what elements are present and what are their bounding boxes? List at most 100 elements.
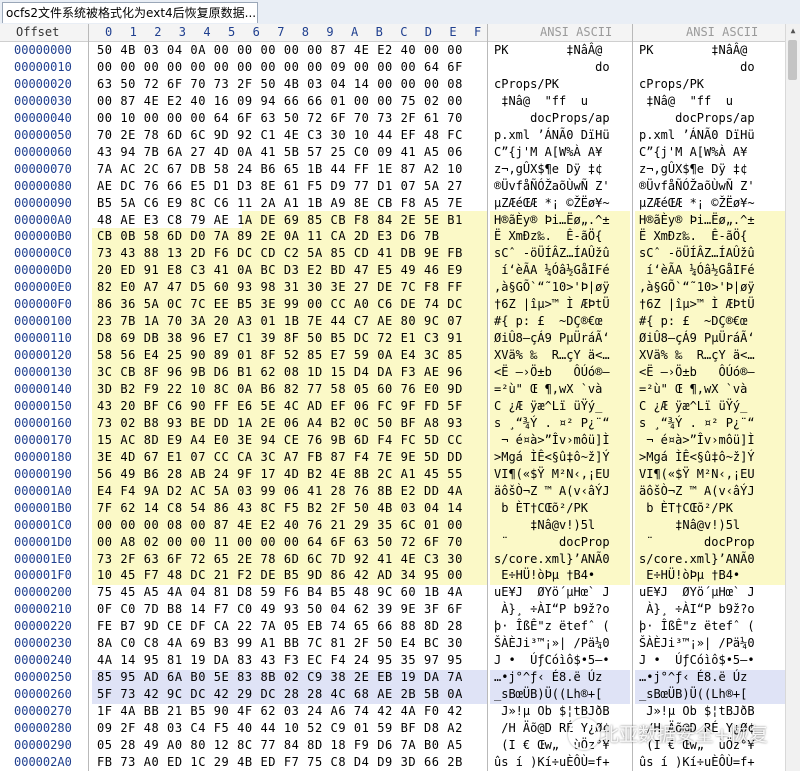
row-ansi-text-2[interactable]: s ¸“¾Ý . ¤² P¿¨“ xyxy=(639,415,784,432)
row-ansi-text-2[interactable]: ØiÛ8–çÁ9 PµÜráÃ‘ xyxy=(639,330,784,347)
row-hex-bytes[interactable]: CB 0B 58 6D D0 7A 89 2E 0A 11 CA 2D E3 D… xyxy=(97,228,440,245)
row-ansi-text-2[interactable]: VI¶(«$Ÿ M²N‹,¡EU xyxy=(639,466,784,483)
row-ansi-text-2[interactable]: p.xml ’ÁNÃ0 DïHü xyxy=(639,127,784,144)
row-ansi-text-2[interactable]: docProps/ap xyxy=(639,110,784,127)
row-hex-bytes[interactable]: 15 AC 8D E9 A4 E0 3E 94 CE 76 9B 6D F4 F… xyxy=(97,432,463,449)
scroll-up-icon[interactable]: ▲ xyxy=(786,24,800,38)
hex-row[interactable]: 00000080 AE DC 76 66 E5 D1 D3 8E 61 F5 D9… xyxy=(0,178,800,195)
row-hex-bytes[interactable]: FB 73 A0 ED 1C 29 4B ED F7 75 C8 D4 D9 3… xyxy=(97,754,463,771)
hex-row[interactable]: 00000140 3D B2 F9 22 10 8C 0A B6 82 77 58… xyxy=(0,381,800,398)
row-hex-bytes[interactable]: 00 00 00 08 00 87 4E E2 40 76 21 29 35 6… xyxy=(97,517,463,534)
row-hex-bytes[interactable]: AE DC 76 66 E5 D1 D3 8E 61 F5 D9 77 D1 0… xyxy=(97,178,463,195)
row-ansi-text-2[interactable]: ‚à§GÕ`“˜10>'Þ|øÿ xyxy=(639,279,784,296)
row-hex-bytes[interactable]: 73 02 B8 93 BE DD 1A 2E 06 A4 B2 0C 50 B… xyxy=(97,415,463,432)
row-hex-bytes[interactable]: D8 69 DB 38 96 E7 C1 39 8F 50 B5 DC 72 E… xyxy=(97,330,463,347)
row-ansi-text-2[interactable]: =²ù" Œ ¶‚wX `và xyxy=(639,381,784,398)
row-ansi-text[interactable]: í‘èÃA ¼Óâ½GåIFé xyxy=(494,262,630,279)
row-ansi-text[interactable]: s ¸“¾Ý . ¤² P¿¨“ xyxy=(494,415,630,432)
hex-row[interactable]: 000000B0 CB 0B 58 6D D0 7A 89 2E 0A 11 CA… xyxy=(0,228,800,245)
row-hex-bytes[interactable]: 5F 73 42 9C DC 42 29 DC 28 28 4C 68 AE 2… xyxy=(97,686,463,703)
row-hex-bytes[interactable]: 73 43 88 13 2D F6 DC CD C2 5A 85 CD 41 D… xyxy=(97,245,463,262)
hex-grid[interactable]: 00000000 50 4B 03 04 0A 00 00 00 00 00 87… xyxy=(0,42,800,771)
row-ansi-text[interactable]: ¬ é¤à>”Îv›môü]Ì xyxy=(494,432,630,449)
row-hex-bytes[interactable]: 3C CB 8F 96 9B D6 B1 62 08 1D 15 D4 DA F… xyxy=(97,364,463,381)
hex-row[interactable]: 00000190 56 49 B6 28 AB 24 9F 17 4D B2 4E… xyxy=(0,466,800,483)
row-ansi-text-2[interactable]: …•­j°^ƒ‹ É8.ë Úz xyxy=(639,669,784,686)
row-ansi-text[interactable]: ‡Nâ@v!)5l xyxy=(494,517,630,534)
row-hex-bytes[interactable]: E4 F4 9A D2 AC 5A 03 99 06 41 28 76 8B E… xyxy=(97,483,463,500)
row-ansi-text-2[interactable]: E÷HÜ!òÞµ †B­4• xyxy=(639,567,784,584)
row-ansi-text[interactable]: …•­j°^ƒ‹ É8.ë Úz xyxy=(494,669,630,686)
row-ansi-text-2[interactable]: ®ÜvfåÑÓŽaõÙwÑ Z' xyxy=(639,178,784,195)
row-ansi-text-2[interactable]: s/core.xml}’ANÃ0 xyxy=(639,551,784,568)
hex-row[interactable]: 00000010 00 00 00 00 00 00 00 00 00 00 09… xyxy=(0,59,800,76)
row-ansi-text[interactable]: #{ p: £ ~DÇ®€œ xyxy=(494,313,630,330)
row-ansi-text-2[interactable]: PK ‡NâÂ@ xyxy=(639,42,784,59)
row-ansi-text[interactable]: <Ë –›Ö±b ÔÚó®– xyxy=(494,364,630,381)
row-ansi-text[interactable]: C ¿Æ ÿæ^L­ï üŸý_ xyxy=(494,398,630,415)
row-ansi-text[interactable]: ®ÜvfåÑÓŽaõÙwÑ Z' xyxy=(494,178,630,195)
row-ansi-text-2[interactable]: ûs í )Kí÷uÈÔÙ=f+ xyxy=(639,754,784,771)
row-ansi-text-2[interactable]: À}¸ ÷ÀI“P b9ž?o xyxy=(639,601,784,618)
hex-row[interactable]: 00000050 70 2E 78 6D 6C 9D 92 C1 4E C3 30… xyxy=(0,127,800,144)
row-hex-bytes[interactable]: 43 20 BF C6 90 FF E6 5E 4C AD EF 06 FC 9… xyxy=(97,398,463,415)
row-ansi-text-2[interactable]: ŠÀÈJi³™¡»| /Pä¼0 xyxy=(639,635,784,652)
row-ansi-text[interactable]: p.xml ’ÁNÃ0 DïHü xyxy=(494,127,630,144)
row-ansi-text-2[interactable]: äôšÒ¬Z ™ A(v‹âÝJ xyxy=(639,483,784,500)
row-hex-bytes[interactable]: 0F C0 7D B8 14 F7 C0 49 93 50 04 62 39 9… xyxy=(97,601,463,618)
row-hex-bytes[interactable]: 86 36 5A 0C 7C EE B5 3E 99 00 CC A0 C6 D… xyxy=(97,296,463,313)
hex-row[interactable]: 000000E0 82 E0 A7 47 D5 60 93 98 31 30 3E… xyxy=(0,279,800,296)
row-ansi-text-2[interactable]: í‘èÃA ¼Óâ½GåIFé xyxy=(639,262,784,279)
row-ansi-text-2[interactable]: do xyxy=(639,59,784,76)
hex-row[interactable]: 00000180 3E 4D 67 E1 07 CC CA 3C A7 FB 87… xyxy=(0,449,800,466)
hex-row[interactable]: 00000250 85 95 AD 6A B0 5E 83 8B 02 C9 38… xyxy=(0,669,800,686)
row-hex-bytes[interactable]: 73 2F 63 6F 72 65 2E 78 6D 6C 7D 92 41 4… xyxy=(97,551,463,568)
hex-row[interactable]: 000000F0 86 36 5A 0C 7C EE B5 3E 99 00 CC… xyxy=(0,296,800,313)
row-hex-bytes[interactable]: 48 AE E3 C8 79 AE 1A DE 69 85 CB F8 84 2… xyxy=(97,212,463,229)
row-ansi-text-2[interactable]: ‡Nâ@ "ff u xyxy=(639,93,784,110)
row-ansi-text-2[interactable]: þ· ÎßÊ"z ëtefˆ ( xyxy=(639,618,784,635)
row-ansi-text-2[interactable]: z¬,gÛX$¶e Dÿ ‡¢ xyxy=(639,161,784,178)
row-ansi-text[interactable]: ûs í )Kí÷uÈÔÙ=f+ xyxy=(494,754,630,771)
row-ansi-text[interactable]: VI¶(«$Ÿ M²N‹,¡EU xyxy=(494,466,630,483)
hex-row[interactable]: 00000020 63 50 72 6F 70 73 2F 50 4B 03 04… xyxy=(0,76,800,93)
hex-row[interactable]: 00000240 4A 14 95 81 19 DA 83 43 F3 EC F4… xyxy=(0,652,800,669)
hex-row[interactable]: 00000270 1F 4A BB 21 B5 90 4F 62 03 24 A6… xyxy=(0,703,800,720)
row-ansi-text-2[interactable]: C ¿Æ ÿæ^L­ï üŸý_ xyxy=(639,398,784,415)
row-ansi-text-2[interactable]: cProps/PK xyxy=(639,76,784,93)
row-hex-bytes[interactable]: 56 49 B6 28 AB 24 9F 17 4D B2 4E 8B 2C A… xyxy=(97,466,463,483)
hex-row[interactable]: 000001B0 7F 62 14 C8 54 86 43 8C F5 B2 2F… xyxy=(0,500,800,517)
row-ansi-text[interactable]: J • ÚƒCóìô$•5—• xyxy=(494,652,630,669)
row-ansi-text[interactable]: þ· ÎßÊ"z ëtefˆ ( xyxy=(494,618,630,635)
row-hex-bytes[interactable]: 4A 14 95 81 19 DA 83 43 F3 EC F4 24 95 3… xyxy=(97,652,463,669)
hex-row[interactable]: 00000030 00 87 4E E2 40 16 09 94 66 66 01… xyxy=(0,93,800,110)
hex-row[interactable]: 00000170 15 AC 8D E9 A4 E0 3E 94 CE 76 9B… xyxy=(0,432,800,449)
vertical-scrollbar[interactable]: ▲ xyxy=(785,24,800,771)
row-ansi-text-2[interactable]: µZÆéŒÆ *¡ ©ŽËø¥~ xyxy=(639,195,784,212)
row-hex-bytes[interactable]: B5 5A C6 E9 8C C6 11 2A A1 1B A9 8E CB F… xyxy=(97,195,463,212)
row-hex-bytes[interactable]: 05 28 49 A0 80 12 8C 77 84 8D 18 F9 D6 7… xyxy=(97,737,463,754)
hex-row[interactable]: 00000000 50 4B 03 04 0A 00 00 00 00 00 87… xyxy=(0,42,800,59)
hex-row[interactable]: 000001F0 10 45 F7 48 DC 21 F2 DE B5 9D 86… xyxy=(0,567,800,584)
row-ansi-text[interactable]: µZÆéŒÆ *¡ ©ŽËø¥~ xyxy=(494,195,630,212)
row-hex-bytes[interactable]: FE B7 9D CE DF CA 22 7A 05 EB 74 65 66 8… xyxy=(97,618,463,635)
row-hex-bytes[interactable]: 20 ED 91 E8 C3 41 0A BC D3 E2 BD 47 E5 4… xyxy=(97,262,463,279)
hex-row[interactable]: 00000120 58 56 E4 25 90 89 01 8F 52 85 E7… xyxy=(0,347,800,364)
hex-row[interactable]: 000002A0 FB 73 A0 ED 1C 29 4B ED F7 75 C8… xyxy=(0,754,800,771)
row-ansi-text[interactable]: XVä% ‰ R…çY ä<… xyxy=(494,347,630,364)
hex-row[interactable]: 00000090 B5 5A C6 E9 8C C6 11 2A A1 1B A9… xyxy=(0,195,800,212)
row-hex-bytes[interactable]: 3D B2 F9 22 10 8C 0A B6 82 77 58 05 60 7… xyxy=(97,381,463,398)
hex-row[interactable]: 00000070 7A AC 2C 67 DB 58 24 B6 65 1B 44… xyxy=(0,161,800,178)
row-ansi-text-2[interactable]: _sBœÜB)Ü((Lh®+[ xyxy=(639,686,784,703)
row-ansi-text-2[interactable]: uE¥J ØYö´µHœ` J xyxy=(639,584,784,601)
row-ansi-text-2[interactable]: ‡Nâ@v!)5l xyxy=(639,517,784,534)
row-hex-bytes[interactable]: 63 50 72 6F 70 73 2F 50 4B 03 04 14 00 0… xyxy=(97,76,463,93)
hex-row[interactable]: 000000D0 20 ED 91 E8 C3 41 0A BC D3 E2 BD… xyxy=(0,262,800,279)
row-ansi-text[interactable]: äôšÒ¬Z ™ A(v‹âÝJ xyxy=(494,483,630,500)
row-ansi-text[interactable]: uE¥J ØYö´µHœ` J xyxy=(494,584,630,601)
hex-row[interactable]: 00000040 00 10 00 00 00 64 6F 63 50 72 6F… xyxy=(0,110,800,127)
row-hex-bytes[interactable]: 23 7B 1A 70 3A 20 A3 01 1B 7E 44 C7 AE 8… xyxy=(97,313,463,330)
row-hex-bytes[interactable]: 58 56 E4 25 90 89 01 8F 52 85 E7 59 0A E… xyxy=(97,347,463,364)
row-ansi-text[interactable]: docProps/ap xyxy=(494,110,630,127)
hex-row[interactable]: 00000210 0F C0 7D B8 14 F7 C0 49 93 50 04… xyxy=(0,601,800,618)
